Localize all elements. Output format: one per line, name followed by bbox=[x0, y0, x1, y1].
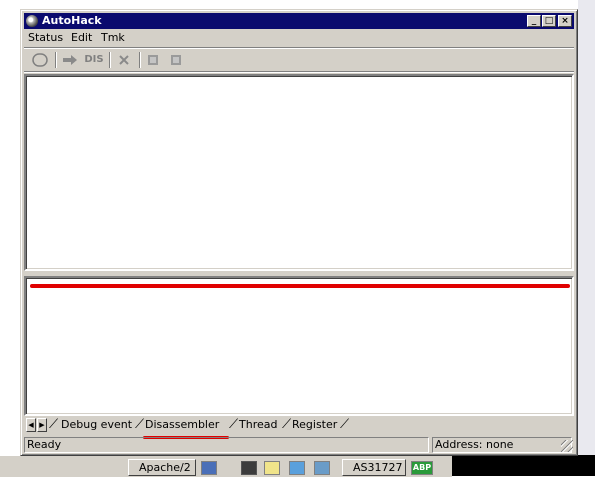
app-icon[interactable] bbox=[26, 15, 38, 27]
taskbar: Apache/2 AS31727 ABP bbox=[0, 455, 452, 477]
taskbar-app-icon[interactable] bbox=[201, 461, 217, 475]
tab-divider: ⟋ bbox=[282, 417, 292, 432]
status-address: Address: none bbox=[432, 437, 572, 453]
capture-alt-icon[interactable] bbox=[166, 51, 186, 69]
toolbar-separator-line bbox=[24, 71, 574, 73]
toolbar-separator bbox=[109, 52, 111, 68]
capture-icon[interactable] bbox=[143, 51, 163, 69]
tab-scroll-left-button[interactable]: ◀ bbox=[26, 418, 36, 432]
pane-splitter[interactable] bbox=[24, 271, 574, 275]
dis-icon[interactable]: DIS bbox=[83, 51, 105, 69]
tab-divider: ⟋ bbox=[340, 417, 350, 432]
window-title: AutoHack bbox=[42, 14, 102, 27]
tab-scroll-right-button[interactable]: ▶ bbox=[37, 418, 47, 432]
notepad-icon[interactable] bbox=[264, 461, 280, 475]
tab-disassembler[interactable]: Disassembler bbox=[145, 417, 219, 433]
arrow-right-icon[interactable] bbox=[59, 51, 81, 69]
resize-grip[interactable] bbox=[561, 440, 573, 452]
tab-thread[interactable]: Thread bbox=[239, 417, 277, 433]
annotation-underline bbox=[30, 284, 570, 288]
tab-strip: ◀ ▶ ⟋ Debug event ⟋ Disassembler ⟋ Threa… bbox=[24, 417, 574, 439]
tab-divider: ⟋ bbox=[49, 417, 59, 432]
toolbar-separator bbox=[55, 52, 57, 68]
taskbar-button-apache[interactable]: Apache/2 bbox=[128, 459, 196, 476]
event-log-pane[interactable] bbox=[24, 74, 574, 271]
status-bar: Ready Address: none bbox=[24, 437, 574, 453]
adblock-icon[interactable]: ABP bbox=[411, 461, 433, 475]
disassembler-pane[interactable] bbox=[24, 276, 574, 416]
menu-tmk[interactable]: Tmk bbox=[101, 31, 125, 44]
title-bar[interactable]: AutoHack _ □ × bbox=[24, 13, 574, 29]
tab-debug-event[interactable]: Debug event bbox=[61, 417, 132, 433]
autohack-window: AutoHack _ □ × Status Edit Tmk DIS ◀ ▶ ⟋… bbox=[20, 9, 578, 456]
cancel-icon[interactable] bbox=[113, 51, 135, 69]
browser-icon[interactable] bbox=[289, 461, 305, 475]
maximize-button[interactable]: □ bbox=[542, 15, 556, 27]
menu-status[interactable]: Status bbox=[28, 31, 63, 44]
toolbar-separator bbox=[139, 52, 141, 68]
menu-bar: Status Edit Tmk bbox=[24, 29, 574, 47]
background-dark-area bbox=[452, 455, 595, 476]
menu-edit[interactable]: Edit bbox=[71, 31, 92, 44]
web-icon[interactable] bbox=[314, 461, 330, 475]
tab-divider: ⟋ bbox=[135, 417, 145, 432]
network-icon[interactable] bbox=[241, 461, 257, 475]
toolbar: DIS bbox=[24, 49, 574, 71]
tab-divider: ⟋ bbox=[229, 417, 239, 432]
close-button[interactable]: × bbox=[558, 15, 572, 27]
background-right-strip bbox=[578, 0, 595, 476]
power-icon[interactable] bbox=[29, 51, 51, 69]
tab-register[interactable]: Register bbox=[292, 417, 337, 433]
minimize-button[interactable]: _ bbox=[527, 15, 541, 27]
taskbar-button-as31727[interactable]: AS31727 bbox=[342, 459, 406, 476]
status-text: Ready bbox=[24, 437, 429, 453]
